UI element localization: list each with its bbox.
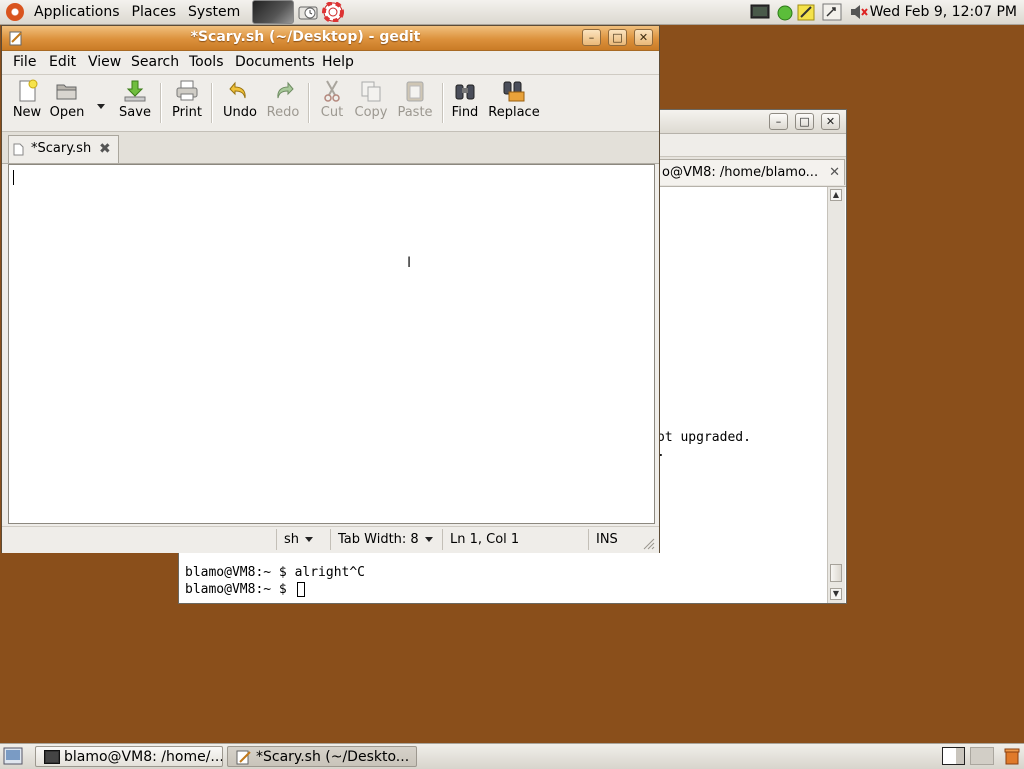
open-recent-dropdown[interactable]	[97, 99, 105, 114]
terminal-tab-close-icon[interactable]: ✕	[829, 160, 840, 185]
bottom-panel: blamo@VM8: /home/... *Scary.sh (~/Deskto…	[0, 743, 1024, 769]
save-download-icon	[124, 80, 146, 102]
undo-arrow-icon	[229, 81, 246, 99]
terminal-scrollbar[interactable]: ▲ ▼	[827, 187, 845, 603]
chevron-down-icon	[424, 537, 433, 542]
undo-button[interactable]: Undo	[220, 79, 260, 120]
new-button[interactable]: New	[9, 79, 45, 120]
new-document-icon	[19, 79, 38, 102]
terminal-maximize-button[interactable]: □	[795, 113, 814, 130]
volume-muted-icon[interactable]	[849, 3, 869, 21]
save-button[interactable]: Save	[116, 79, 154, 120]
paste-button: Paste	[394, 79, 436, 120]
toolbar-separator	[308, 83, 310, 123]
document-icon	[13, 143, 24, 156]
terminal-prompt-line: blamo@VM8:~ $	[185, 582, 295, 597]
terminal-icon	[44, 750, 60, 764]
scroll-up-arrow-icon[interactable]: ▲	[830, 189, 842, 201]
copy-button: Copy	[352, 79, 390, 120]
help-launcher-icon[interactable]	[322, 2, 345, 22]
workspace-switcher-icon[interactable]	[942, 747, 966, 765]
menu-search[interactable]: Search	[131, 51, 179, 74]
open-button[interactable]: Open	[47, 79, 87, 120]
scrollbar-thumb[interactable]	[830, 564, 842, 582]
toolbar-separator	[160, 83, 162, 123]
gedit-titlebar[interactable]: *Scary.sh (~/Desktop) - gedit – □ ✕	[2, 26, 659, 51]
gedit-toolbar: New Open Save Print Undo Redo Cut Copy P…	[2, 75, 659, 132]
gedit-tabbar: *Scary.sh ✖	[2, 132, 659, 164]
network-arrows-icon[interactable]	[822, 3, 842, 21]
terminal-tab[interactable]: o@VM8: /home/blamo... ✕	[657, 159, 845, 185]
panel-clock[interactable]: Wed Feb 9, 12:07 PM	[870, 0, 1017, 24]
text-editor-area[interactable]: I	[8, 164, 655, 524]
taskbar-item-gedit[interactable]: *Scary.sh (~/Deskto...	[227, 746, 417, 767]
ubuntu-logo-icon[interactable]	[6, 3, 24, 21]
toolbar-separator	[442, 83, 444, 123]
insert-mode: INS	[588, 529, 638, 550]
cut-button: Cut	[315, 79, 349, 120]
gedit-maximize-button[interactable]: □	[608, 29, 627, 46]
chevron-down-icon	[305, 537, 314, 542]
top-panel: Applications Places System Wed Feb 9, 12…	[0, 0, 1024, 25]
scissors-icon	[324, 80, 340, 102]
copy-icon	[361, 81, 381, 102]
gedit-window-title: *Scary.sh (~/Desktop) - gedit	[190, 29, 421, 45]
redo-arrow-icon	[277, 81, 294, 99]
menu-edit[interactable]: Edit	[49, 51, 76, 74]
terminal-close-button[interactable]: ✕	[821, 113, 840, 130]
gedit-close-button[interactable]: ✕	[634, 29, 653, 46]
menu-view[interactable]: View	[88, 51, 121, 74]
terminal-line: blamo@VM8:~ $ alright^C	[185, 565, 366, 580]
document-tab-label: *Scary.sh	[31, 141, 92, 156]
network-monitor-icon[interactable]	[750, 3, 770, 21]
redo-button: Redo	[264, 79, 302, 120]
gedit-taskbar-icon	[236, 750, 251, 765]
paste-clipboard-icon	[406, 81, 424, 102]
workspace-2[interactable]	[970, 747, 994, 765]
gedit-minimize-button[interactable]: –	[582, 29, 601, 46]
chevron-down-icon	[97, 104, 105, 109]
applications-menu[interactable]: Applications	[28, 0, 126, 24]
trash-icon[interactable]	[1003, 747, 1021, 765]
resize-grip-icon[interactable]	[642, 537, 655, 550]
menu-tools[interactable]: Tools	[189, 51, 224, 74]
language-selector[interactable]: sh	[276, 529, 324, 550]
taskbar-item-terminal[interactable]: blamo@VM8: /home/...	[35, 746, 223, 767]
text-caret	[13, 170, 14, 185]
desktop-launcher-icon[interactable]	[252, 0, 295, 24]
gedit-statusbar: sh Tab Width: 8 Ln 1, Col 1 INS	[2, 526, 659, 553]
find-button[interactable]: Find	[448, 79, 482, 120]
print-button[interactable]: Print	[168, 79, 206, 120]
replace-button[interactable]: Replace	[488, 79, 540, 120]
mouse-ibeam-cursor-icon: I	[407, 255, 412, 271]
printer-icon	[176, 80, 198, 101]
document-tab[interactable]: *Scary.sh ✖	[8, 135, 119, 163]
menu-documents[interactable]: Documents	[235, 51, 315, 74]
toolbar-separator	[211, 83, 213, 123]
terminal-tab-label: o@VM8: /home/blamo...	[662, 165, 819, 180]
mail-launcher-icon[interactable]	[297, 2, 319, 22]
menu-file[interactable]: File	[13, 51, 36, 74]
show-desktop-icon[interactable]	[3, 747, 23, 765]
status-green-icon[interactable]	[776, 3, 794, 21]
cursor-position: Ln 1, Col 1	[442, 529, 584, 550]
scroll-down-arrow-icon[interactable]: ▼	[830, 588, 842, 600]
binoculars-icon	[455, 84, 475, 100]
tab-close-icon[interactable]: ✖	[99, 136, 111, 162]
notes-icon[interactable]	[796, 3, 816, 21]
terminal-cursor	[297, 582, 305, 597]
system-menu[interactable]: System	[182, 0, 246, 24]
folder-open-icon	[56, 84, 77, 100]
find-replace-icon	[503, 81, 525, 102]
tab-width-selector[interactable]: Tab Width: 8	[330, 529, 438, 550]
menu-help[interactable]: Help	[322, 51, 354, 74]
gedit-window[interactable]: *Scary.sh (~/Desktop) - gedit – □ ✕ File…	[1, 25, 660, 553]
terminal-minimize-button[interactable]: –	[769, 113, 788, 130]
gedit-menubar: File Edit View Search Tools Documents He…	[2, 51, 659, 75]
places-menu[interactable]: Places	[126, 0, 183, 24]
terminal-line: ot upgraded.	[657, 430, 751, 445]
